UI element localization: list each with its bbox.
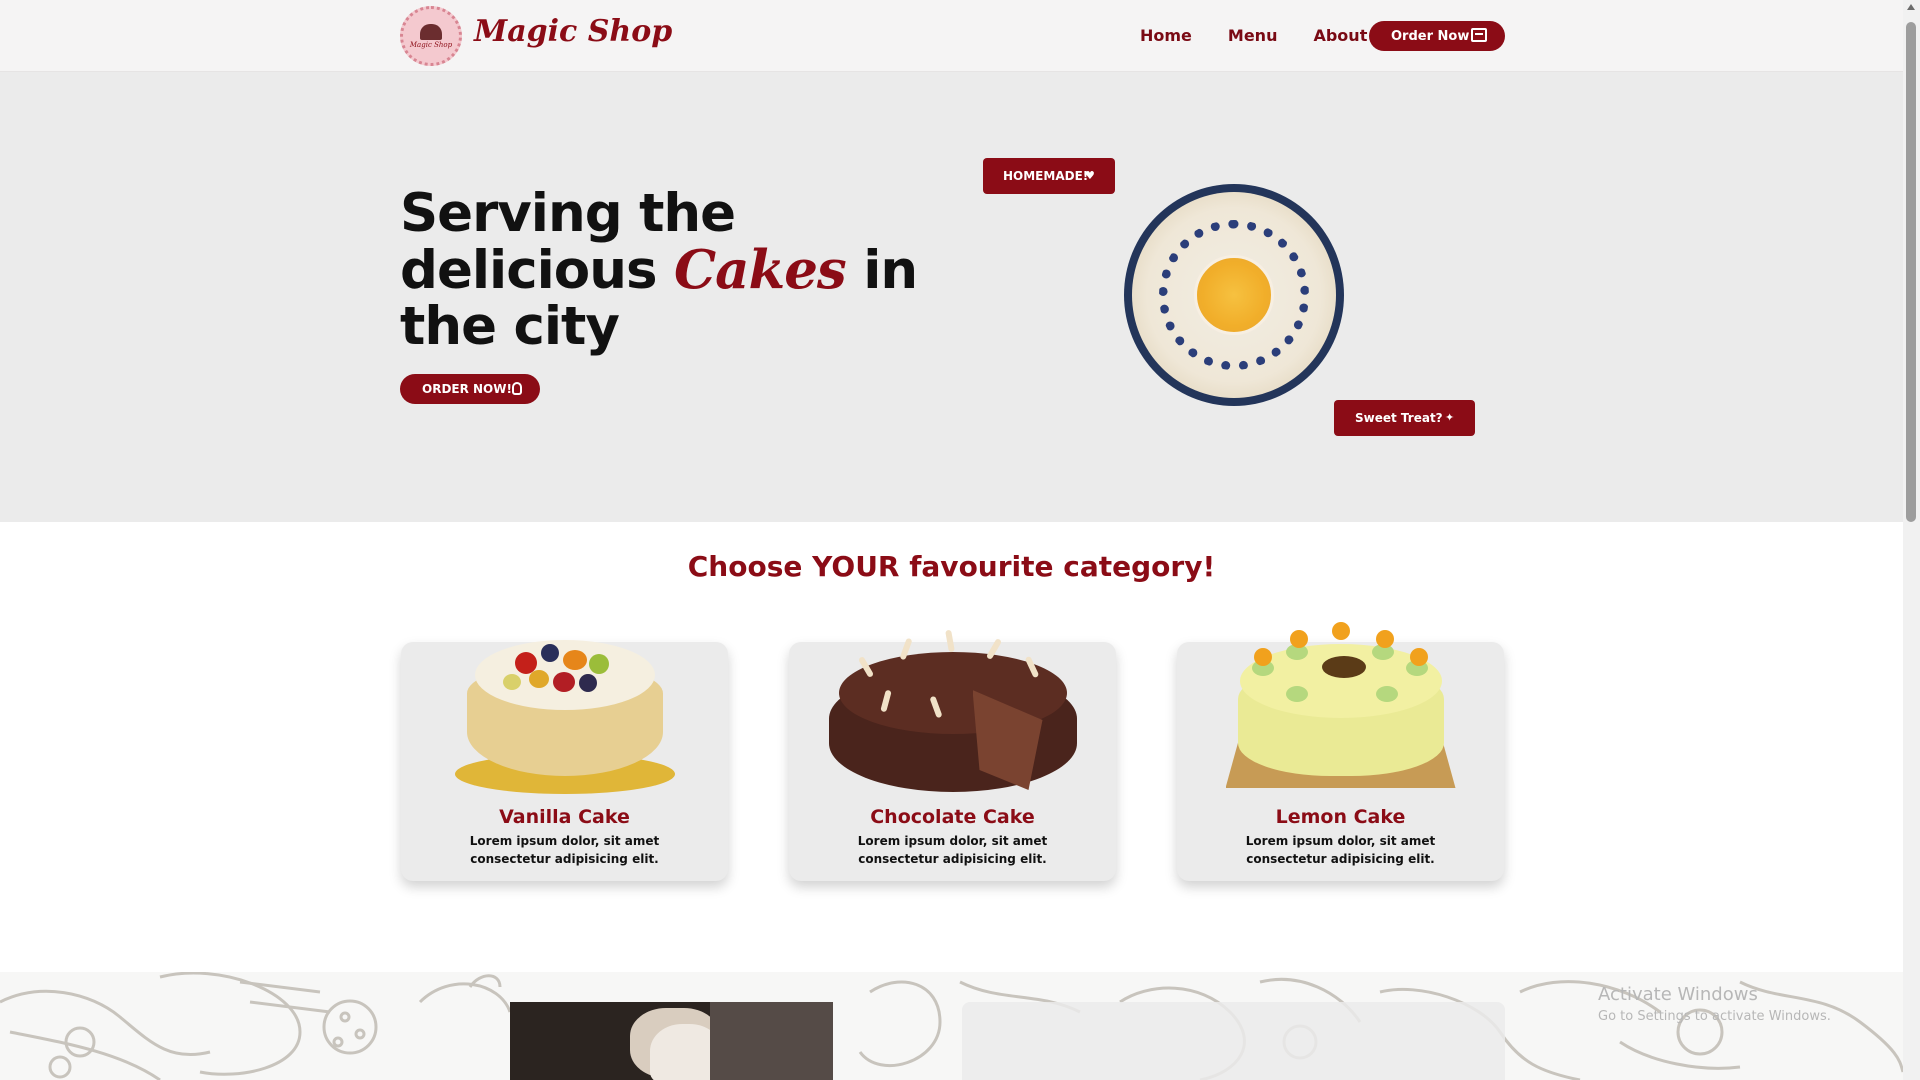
sparkle-icon: ✦ (1445, 411, 1455, 424)
category-name: Vanilla Cake (499, 806, 630, 828)
category-card-vanilla[interactable]: Vanilla Cake Lorem ipsum dolor, sit amet… (401, 640, 728, 881)
windows-activation-watermark: Activate Windows Go to Settings to activ… (1598, 984, 1831, 1024)
sweet-treat-badge: Sweet Treat? ✦ (1334, 400, 1475, 436)
hero-title-line3: the city (400, 296, 620, 357)
category-section-title: Choose YOUR favourite category! (687, 550, 1216, 583)
category-description: Lorem ipsum dolor, sit amet consectetur … (1245, 834, 1436, 866)
hero-title-line1: Serving the (400, 183, 736, 244)
vanilla-cake-image (454, 614, 675, 794)
chocolate-cake-image (823, 620, 1083, 800)
nav-menu-link[interactable]: Menu (1228, 26, 1278, 45)
order-now-label: Order Now (1391, 28, 1470, 44)
hero-title-script: Cakes (673, 239, 847, 301)
scroll-up-arrow-icon[interactable] (1907, 4, 1915, 10)
about-panel (962, 1002, 1505, 1080)
watermark-line2: Go to Settings to activate Windows. (1598, 1009, 1831, 1024)
cupcake-icon (420, 23, 442, 40)
category-name: Lemon Cake (1275, 806, 1406, 828)
hero-order-button[interactable]: ORDER NOW! (400, 374, 540, 404)
hero-title-line2-post: in (845, 240, 918, 301)
hero-section: Serving the delicious Cakes in the city … (0, 72, 1903, 522)
brand-logo[interactable]: Magic Shop (400, 6, 462, 66)
brand-name[interactable]: Magic Shop (474, 14, 672, 49)
vertical-scrollbar[interactable] (1903, 0, 1920, 1080)
category-card-chocolate[interactable]: Chocolate Cake Lorem ipsum dolor, sit am… (789, 629, 1116, 881)
homemade-badge-label: HOMEMADE! (1003, 169, 1089, 183)
logo-badge-text: Magic Shop (409, 40, 453, 49)
lemon-cake-image (1225, 612, 1456, 790)
navbar: Magic Shop Magic Shop Home Menu About Or… (0, 0, 1903, 72)
nav-home-link[interactable]: Home (1140, 26, 1192, 45)
order-now-button[interactable]: Order Now (1369, 21, 1505, 51)
watermark-line1: Activate Windows (1598, 984, 1758, 1005)
nav-about-link[interactable]: About (1313, 26, 1367, 45)
homemade-badge: HOMEMADE! ♥ (983, 158, 1115, 194)
calendar-icon (1471, 28, 1487, 42)
category-name: Chocolate Cake (870, 806, 1035, 828)
hero-title-line2-pre: delicious (400, 240, 674, 301)
sweet-treat-badge-label: Sweet Treat? (1355, 411, 1443, 425)
category-description: Lorem ipsum dolor, sit amet consectetur … (469, 834, 660, 866)
baker-hands-image (510, 1002, 833, 1080)
hand-pointer-icon (512, 382, 522, 395)
heart-hands-icon: ♥ (1085, 169, 1095, 182)
hero-order-label: ORDER NOW! (422, 382, 512, 396)
category-card-lemon[interactable]: Lemon Cake Lorem ipsum dolor, sit amet c… (1177, 622, 1504, 881)
hero-title: Serving the delicious Cakes in the city (400, 186, 920, 355)
hero-cake-image (1124, 184, 1344, 406)
nav-links: Home Menu About (1140, 26, 1403, 45)
scroll-thumb[interactable] (1906, 22, 1916, 522)
category-description: Lorem ipsum dolor, sit amet consectetur … (857, 834, 1048, 866)
